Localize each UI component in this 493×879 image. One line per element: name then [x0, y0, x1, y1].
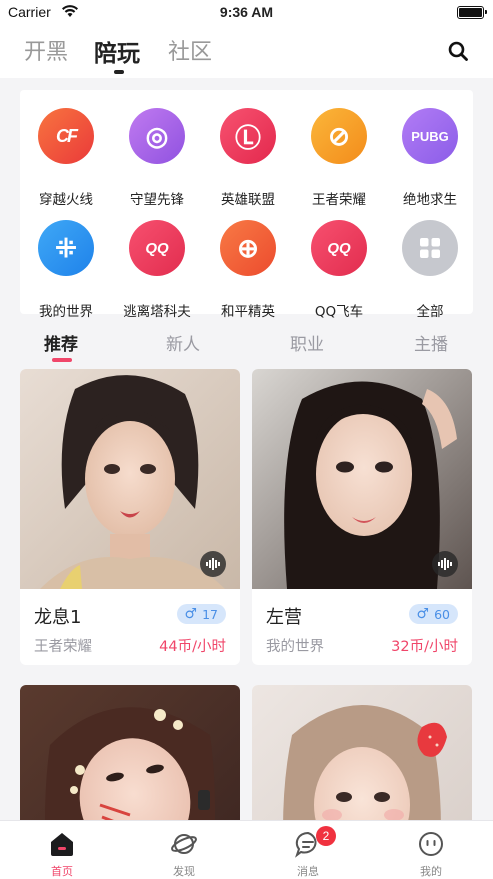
player-age: 60 — [434, 606, 450, 622]
peacekeeper-icon: ⊕ — [220, 220, 276, 276]
player-card[interactable]: 左营 ♂ 60 我的世界 32币/小时 — [252, 369, 472, 665]
male-icon: ♂ — [416, 606, 430, 622]
top-nav: 开黑 陪玩 社区 — [0, 26, 493, 78]
player-name: 龙息1 — [34, 607, 82, 628]
filter-tab-streamer[interactable]: 主播 — [414, 330, 448, 355]
crossfire-icon: CF — [38, 108, 94, 164]
filter-tab-new[interactable]: 新人 — [166, 330, 200, 355]
category-lol[interactable]: Ⓛ 英雄联盟 — [203, 102, 293, 208]
gender-age-badge: ♂ 60 — [408, 604, 458, 624]
category-all[interactable]: 全部 — [385, 214, 475, 320]
filter-tab-pro[interactable]: 职业 — [290, 330, 324, 355]
player-age: 17 — [202, 606, 218, 622]
battery-icon — [457, 6, 487, 19]
category-label: 穿越火线 — [39, 192, 93, 208]
category-overwatch[interactable]: ◎ 守望先锋 — [112, 102, 202, 208]
all-grid-icon — [402, 220, 458, 276]
category-label: 我的世界 — [39, 304, 93, 320]
category-label: 王者荣耀 — [312, 192, 366, 208]
category-peacekeeper[interactable]: ⊕ 和平精英 — [203, 214, 293, 320]
player-name: 左营 — [266, 607, 302, 628]
gender-age-badge: ♂ 17 — [176, 604, 226, 624]
tab-label: 消息 — [297, 865, 319, 878]
tab-peiwan[interactable]: 陪玩 — [94, 34, 140, 68]
game-category-grid: CF 穿越火线 ◎ 守望先锋 Ⓛ 英雄联盟 ⊘ 王者荣耀 PUBG 绝地求生 ⁜… — [20, 90, 475, 320]
smiley-face-icon — [419, 832, 443, 856]
minecraft-icon: ⁜ — [38, 220, 94, 276]
voice-intro-icon[interactable] — [200, 551, 226, 577]
grid-icon — [420, 238, 440, 258]
tab-label: 首页 — [51, 865, 73, 878]
home-icon — [51, 833, 73, 856]
category-label: 全部 — [416, 304, 444, 320]
tab-label: 发现 — [173, 865, 195, 878]
category-label: 逃离塔科夫 — [123, 304, 191, 320]
player-game: 我的世界 — [266, 639, 324, 655]
category-crossfire[interactable]: CF 穿越火线 — [21, 102, 111, 208]
search-icon[interactable] — [447, 40, 469, 62]
player-price: 44币/小时 — [159, 639, 226, 655]
player-card[interactable]: 龙息1 ♂ 17 王者荣耀 44币/小时 — [20, 369, 240, 665]
category-label: 和平精英 — [221, 304, 275, 320]
tab-home[interactable]: 首页 — [17, 821, 107, 879]
category-honor-of-kings[interactable]: ⊘ 王者荣耀 — [294, 102, 384, 208]
tab-label: 我的 — [420, 865, 442, 878]
tab-profile[interactable]: 我的 — [386, 821, 476, 879]
tab-kaihei[interactable]: 开黑 — [24, 34, 68, 66]
tab-messages[interactable]: 2 消息 — [263, 821, 353, 879]
qq-speed-icon: QQ — [311, 220, 367, 276]
voice-intro-icon[interactable] — [432, 551, 458, 577]
tab-community[interactable]: 社区 — [168, 34, 212, 66]
clock: 9:36 AM — [219, 4, 274, 20]
bottom-tab-bar: 首页 发现 2 消息 我的 — [0, 820, 493, 879]
honor-of-kings-icon: ⊘ — [311, 108, 367, 164]
category-qq-speed[interactable]: QQ QQ飞车 — [294, 214, 384, 320]
player-price: 32币/小时 — [391, 639, 458, 655]
filter-tabs: 推荐 新人 职业 主播 — [0, 320, 493, 364]
active-tab-indicator — [114, 70, 124, 74]
planet-icon — [171, 834, 197, 854]
lol-icon: Ⓛ — [220, 108, 276, 164]
category-minecraft[interactable]: ⁜ 我的世界 — [21, 214, 111, 320]
tab-discover[interactable]: 发现 — [139, 821, 229, 879]
category-label: 绝地求生 — [403, 192, 457, 208]
unread-badge: 2 — [316, 826, 336, 846]
tarkov-icon: QQ — [129, 220, 185, 276]
category-tarkov[interactable]: QQ 逃离塔科夫 — [112, 214, 202, 320]
category-label: 英雄联盟 — [221, 192, 275, 208]
male-icon: ♂ — [184, 606, 198, 622]
player-game: 王者荣耀 — [34, 639, 92, 655]
pubg-icon: PUBG — [402, 108, 458, 164]
filter-tab-indicator — [52, 358, 72, 362]
category-label: QQ飞车 — [314, 304, 364, 320]
category-label: 守望先锋 — [130, 192, 184, 208]
filter-tab-recommended[interactable]: 推荐 — [44, 330, 78, 355]
status-bar: Carrier 9:36 AM — [0, 0, 493, 26]
overwatch-icon: ◎ — [129, 108, 185, 164]
category-pubg[interactable]: PUBG 绝地求生 — [385, 102, 475, 208]
